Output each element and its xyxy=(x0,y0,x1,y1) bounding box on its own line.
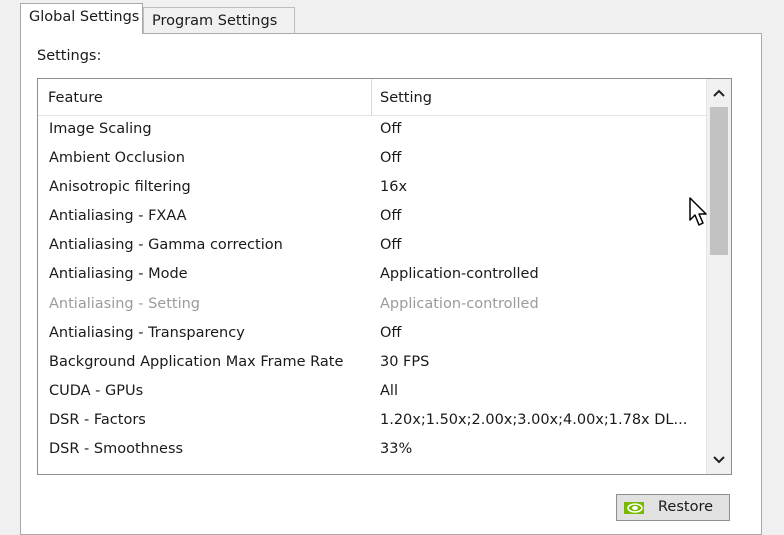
column-header-setting[interactable]: Setting xyxy=(372,79,706,115)
table-row[interactable]: Image Scaling Off xyxy=(38,115,706,144)
feature-cell: CUDA - GPUs xyxy=(49,382,144,399)
column-header-feature[interactable]: Feature xyxy=(38,79,372,115)
feature-cell: Antialiasing - Gamma correction xyxy=(49,237,283,254)
table-row[interactable]: DSR - Factors 1.20x;1.50x;2.00x;3.00x;4.0… xyxy=(38,406,706,435)
feature-cell: DSR - Smoothness xyxy=(49,441,184,458)
settings-rows: Image Scaling Off Ambient Occlusion Off Anis… xyxy=(38,115,706,464)
setting-cell: 30 FPS xyxy=(380,353,430,370)
setting-cell: 1.20x;1.50x;2.00x;3.00x;4.00x;1.78x DL..… xyxy=(380,411,688,428)
setting-cell: Off xyxy=(380,121,402,137)
table-row[interactable]: Antialiasing - FXAA Off xyxy=(38,202,706,231)
table-row[interactable]: Antialiasing - Mode Application-controlle… xyxy=(38,260,706,289)
mouse-cursor-icon xyxy=(689,197,707,226)
table-row[interactable]: Background Application Max Frame Rate 30 … xyxy=(38,348,706,377)
restore-button[interactable]: Restore xyxy=(616,494,730,521)
chevron-up-icon[interactable] xyxy=(707,81,731,105)
restore-label: Restore xyxy=(658,499,714,515)
table-row[interactable]: Antialiasing - Transparency Off xyxy=(38,319,706,348)
setting-cell: Application-controlled xyxy=(380,266,539,283)
table-row[interactable]: Antialiasing - Gamma correction Off xyxy=(38,231,706,260)
nvidia-logo-icon xyxy=(624,502,644,514)
feature-cell: Anisotropic filtering xyxy=(49,179,191,196)
global-settings-panel: Settings: Feature Setting Image Scaling O… xyxy=(20,33,762,535)
vertical-scrollbar[interactable] xyxy=(706,79,731,474)
feature-cell: Antialiasing - Transparency xyxy=(49,324,245,341)
table-row[interactable]: CUDA - GPUs All xyxy=(38,377,706,406)
feature-cell: Ambient Occlusion xyxy=(49,150,185,167)
feature-cell: Antialiasing - Mode xyxy=(49,266,188,283)
feature-cell: DSR - Factors xyxy=(49,411,146,428)
feature-cell: Image Scaling xyxy=(49,121,152,137)
scrollbar-thumb[interactable] xyxy=(710,107,728,255)
settings-list[interactable]: Feature Setting Image Scaling Off Ambient … xyxy=(37,78,732,475)
settings-label: Settings: xyxy=(37,48,102,64)
feature-cell: Antialiasing - Setting xyxy=(49,295,200,312)
setting-cell: Application-controlled xyxy=(380,295,539,312)
table-row[interactable]: Ambient Occlusion Off xyxy=(38,144,706,173)
setting-cell: Off xyxy=(380,208,402,225)
tab-program-settings[interactable]: Program Settings xyxy=(143,7,295,33)
feature-cell: Antialiasing - FXAA xyxy=(49,208,187,225)
table-row[interactable]: DSR - Smoothness 33% xyxy=(38,435,706,464)
chevron-down-icon[interactable] xyxy=(707,448,731,472)
feature-cell: Background Application Max Frame Rate xyxy=(49,353,344,370)
setting-cell: Off xyxy=(380,237,402,254)
setting-cell: Off xyxy=(380,150,402,167)
setting-cell: All xyxy=(380,382,398,399)
table-row[interactable]: Anisotropic filtering 16x xyxy=(38,173,706,202)
table-row[interactable]: Antialiasing - Setting Application-contro… xyxy=(38,290,706,319)
list-header: Feature Setting xyxy=(38,79,706,116)
setting-cell: Off xyxy=(380,324,402,341)
tab-global-settings[interactable]: Global Settings xyxy=(20,3,143,34)
setting-cell: 16x xyxy=(380,179,408,196)
setting-cell: 33% xyxy=(380,441,413,458)
